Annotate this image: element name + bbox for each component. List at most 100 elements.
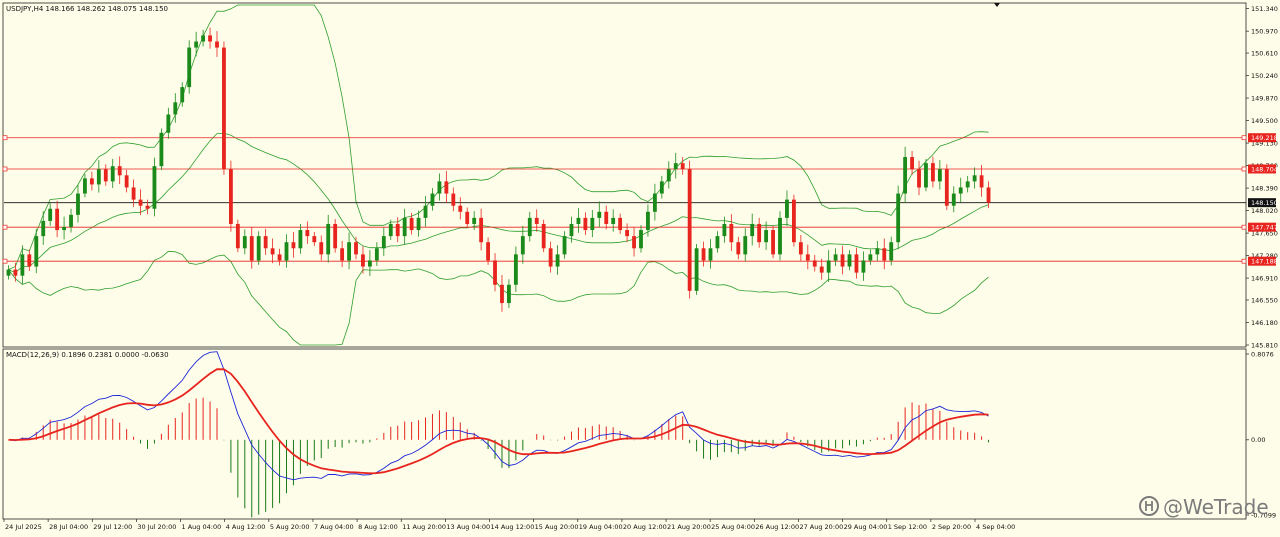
candle-body — [305, 230, 310, 237]
candle-body — [527, 217, 532, 237]
candle-body — [937, 169, 942, 182]
candle-body — [791, 199, 796, 243]
candle-body — [576, 217, 581, 224]
candle-body — [632, 236, 636, 249]
candle-body — [847, 254, 852, 267]
candle-body — [62, 227, 66, 231]
candle-body — [611, 217, 616, 224]
x-tick-label: 20 Aug 12:00 — [623, 523, 667, 531]
candle-body — [388, 223, 393, 237]
watermark-text: @WeTrade — [1163, 495, 1269, 519]
candle-body — [34, 236, 39, 267]
candle-body — [103, 169, 108, 182]
candle-body — [861, 260, 866, 273]
candle-body — [896, 193, 901, 243]
x-tick-label: 1 Sep 12:00 — [888, 523, 927, 531]
candle — [778, 211, 782, 261]
candle-body — [680, 163, 685, 170]
hline-handle-left-0[interactable] — [2, 135, 8, 141]
candle-body — [729, 223, 734, 243]
candle-body — [673, 163, 678, 170]
hline-handle-left-1[interactable] — [2, 166, 8, 172]
x-tick-label: 11 Aug 20:00 — [402, 523, 446, 531]
candle-body — [416, 217, 421, 231]
candle-body — [402, 217, 407, 237]
candle-body — [785, 199, 789, 218]
candle-body — [41, 220, 46, 237]
candle — [333, 219, 338, 253]
candle-body — [819, 266, 824, 273]
x-tick-label: 26 Aug 12:00 — [755, 523, 799, 531]
candle-body — [76, 193, 80, 215]
candle-body — [256, 236, 261, 261]
candle-body — [889, 242, 894, 261]
candle-body — [201, 35, 206, 42]
candle-body — [208, 35, 212, 42]
candle — [896, 185, 901, 250]
x-tick-label: 30 Jul 20:00 — [137, 523, 176, 531]
y-tick-label: 150.610 — [1251, 49, 1278, 57]
candle — [924, 158, 928, 192]
candle — [687, 160, 692, 299]
x-tick-label: 25 Aug 04:00 — [711, 523, 755, 531]
candle-body — [875, 248, 880, 255]
x-tick-label: 24 Jul 2025 — [5, 523, 42, 531]
candle-body — [131, 187, 136, 200]
hline-handle-right-3[interactable] — [1241, 258, 1247, 264]
candle-body — [965, 181, 970, 188]
candle-body — [430, 193, 435, 206]
candle — [235, 219, 240, 253]
candle-body — [291, 242, 296, 249]
candle-body — [701, 248, 706, 261]
candle-body — [326, 223, 331, 255]
x-tick-label: 15 Aug 20:00 — [535, 523, 579, 531]
candle-body — [951, 193, 956, 206]
candle — [944, 164, 949, 211]
candle-body — [520, 236, 525, 255]
candle-body — [368, 260, 372, 267]
x-tick-label: 27 Aug 20:00 — [799, 523, 843, 531]
candle-body — [458, 205, 463, 212]
candle-body — [618, 217, 623, 231]
candle-body — [117, 166, 122, 176]
hline-handle-right-0[interactable] — [1241, 135, 1247, 141]
price-tag-0: 149.218 — [1251, 134, 1278, 142]
hline-handle-right-2[interactable] — [1241, 224, 1247, 230]
candle-body — [235, 223, 240, 249]
price-tag-3: 147.188 — [1251, 258, 1278, 266]
x-tick-label: 4 Sep 04:00 — [976, 523, 1015, 531]
candle-body — [465, 211, 470, 224]
trading-chart[interactable]: 151.340 150.970 150.610 150.240 149.870 149.5… — [0, 0, 1280, 537]
candle-body — [166, 114, 171, 133]
hline-handle-right-1[interactable] — [1241, 166, 1247, 172]
hline-handle-left-2[interactable] — [2, 224, 8, 230]
candle — [791, 194, 796, 247]
candle — [152, 157, 157, 217]
candle-body — [6, 269, 11, 276]
candle-body — [972, 175, 977, 182]
candle-body — [187, 47, 192, 88]
candle-body — [694, 248, 699, 291]
hline-handle-left-3[interactable] — [2, 258, 8, 264]
candle-body — [805, 254, 810, 261]
candle-body — [798, 242, 803, 255]
candle — [159, 128, 164, 171]
x-tick-label: 2 Sep 20:00 — [932, 523, 971, 531]
y-tick-label: 146.550 — [1251, 296, 1278, 304]
x-tick-label: 29 Jul 12:00 — [93, 523, 132, 531]
candle-body — [48, 208, 53, 221]
candle-body — [771, 230, 775, 255]
x-tick-label: 4 Aug 12:00 — [226, 523, 266, 531]
y-tick-label: 150.970 — [1251, 27, 1278, 35]
candle-body — [924, 163, 928, 188]
candle-body — [486, 242, 490, 261]
candle-body — [986, 187, 991, 203]
candle-body — [180, 87, 185, 103]
candle-body — [361, 254, 365, 267]
y-tick-label: 146.180 — [1251, 319, 1278, 327]
y-tick-label: 149.870 — [1251, 94, 1278, 102]
candle-body — [868, 254, 873, 261]
y-tick-label: 148.390 — [1251, 184, 1278, 192]
candle-body — [646, 211, 650, 231]
candle-body — [145, 205, 150, 209]
